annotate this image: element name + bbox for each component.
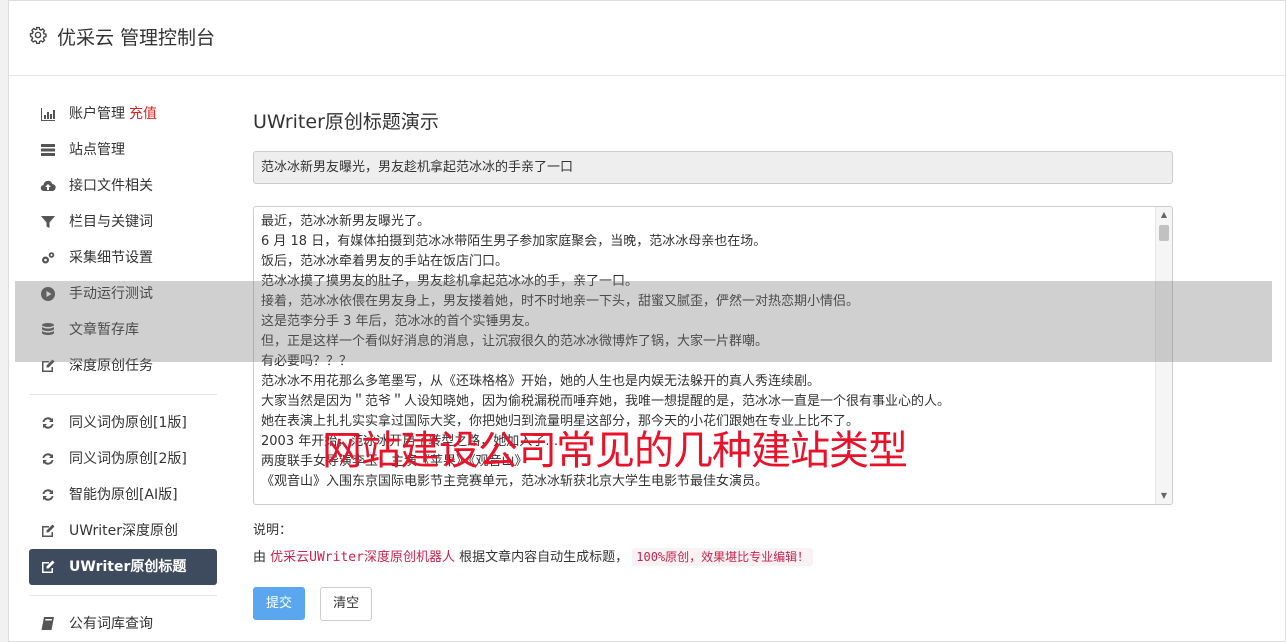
sidebar: 账户管理 充值 站点管理 接口文件相关 栏目与关键词 采集细节设置 手动运行测试 …	[29, 96, 217, 642]
sidebar-item-label: 同义词伪原创[2版]	[69, 451, 187, 467]
note-code: 100%原创，效果堪比专业编辑！	[632, 548, 814, 566]
note-label: 说明：	[253, 523, 293, 538]
edit-icon	[40, 559, 56, 575]
sidebar-item-uwriter-deep[interactable]: UWriter深度原创	[29, 513, 217, 549]
refresh-icon	[40, 415, 56, 431]
sidebar-divider	[29, 394, 217, 395]
sidebar-item-uwriter-title[interactable]: UWriter原创标题	[29, 549, 217, 585]
sidebar-item-label: 账户管理	[69, 106, 125, 122]
page-title: UWriter原创标题演示	[253, 111, 439, 133]
sidebar-item-label: 栏目与关键词	[69, 214, 153, 230]
sidebar-item-interface-files[interactable]: 接口文件相关	[29, 168, 217, 204]
recharge-link[interactable]: 充值	[129, 106, 157, 122]
sidebar-item-ai-rewrite[interactable]: 智能伪原创[AI版]	[29, 477, 217, 513]
bar-chart-icon	[40, 106, 56, 122]
scroll-up-icon[interactable]: ▲	[1156, 207, 1172, 223]
watermark-text: 网站建设公司常见的几种建站类型	[322, 428, 908, 474]
sidebar-item-sites[interactable]: 站点管理	[29, 132, 217, 168]
sidebar-item-collect-settings[interactable]: 采集细节设置	[29, 240, 217, 276]
gears-icon	[40, 250, 56, 266]
sidebar-item-label: 接口文件相关	[69, 178, 153, 194]
note-middle: 根据文章内容自动生成标题，	[459, 550, 629, 565]
sidebar-item-label: 采集细节设置	[69, 250, 153, 266]
sidebar-item-synonym-v1[interactable]: 同义词伪原创[1版]	[29, 405, 217, 441]
sidebar-item-account[interactable]: 账户管理 充值	[29, 96, 217, 132]
sidebar-item-label: 公有词库查询	[69, 616, 153, 632]
refresh-icon	[40, 487, 56, 503]
text-line: 6 月 18 日，有媒体拍摄到范冰冰带陌生男子参加家庭聚会，当晚，范冰冰母亲也在…	[261, 234, 767, 249]
header: 优采云 管理控制台	[9, 1, 1285, 76]
text-line: 饭后，范冰冰牵着男友的手站在饭店门口。	[261, 254, 509, 269]
text-line: 最近，范冰冰新男友曝光了。	[261, 214, 431, 229]
refresh-icon	[40, 451, 56, 467]
gear-icon	[29, 26, 47, 44]
sidebar-item-label: 智能伪原创[AI版]	[69, 487, 178, 503]
clear-button[interactable]: 清空	[320, 587, 373, 621]
sidebar-item-label: 站点管理	[69, 142, 125, 158]
text-line: 大家当然是因为＂范爷＂人设知晓她，因为偷税漏税而唾弃她，我唯一想提醒的是，范冰冰…	[261, 394, 951, 409]
sidebar-item-label: UWriter原创标题	[69, 559, 187, 575]
server-icon	[40, 142, 56, 158]
text-line: 范冰冰不用花那么多笔墨写，从《还珠格格》开始，她的人生也是内娱无法躲开的真人秀连…	[261, 374, 821, 389]
note-text: 由 优采云UWriter深度原创机器人 根据文章内容自动生成标题， 100%原创…	[253, 546, 1173, 566]
scroll-thumb[interactable]	[1159, 225, 1169, 241]
sidebar-item-synonym-v2[interactable]: 同义词伪原创[2版]	[29, 441, 217, 477]
book-icon	[40, 616, 56, 632]
sidebar-divider	[29, 595, 217, 596]
filter-icon	[40, 214, 56, 230]
gray-overlay-band	[15, 281, 1272, 362]
note-highlight: 优采云UWriter深度原创机器人	[270, 550, 455, 565]
form-actions: 提交 清空	[253, 587, 1173, 621]
sidebar-item-keywords[interactable]: 栏目与关键词	[29, 204, 217, 240]
sidebar-item-public-lexicon[interactable]: 公有词库查询	[29, 606, 217, 642]
note-prefix: 由	[253, 550, 267, 565]
edit-icon	[40, 523, 56, 539]
scroll-down-icon[interactable]: ▼	[1156, 488, 1172, 504]
sidebar-item-label: 同义词伪原创[1版]	[69, 415, 187, 431]
console-title: 优采云 管理控制台	[57, 27, 216, 49]
sidebar-item-label: UWriter深度原创	[69, 523, 178, 539]
submit-button[interactable]: 提交	[253, 587, 306, 620]
title-field[interactable]: 范冰冰新男友曝光，男友趁机拿起范冰冰的手亲了一口	[253, 151, 1173, 184]
cloud-upload-icon	[40, 178, 56, 194]
